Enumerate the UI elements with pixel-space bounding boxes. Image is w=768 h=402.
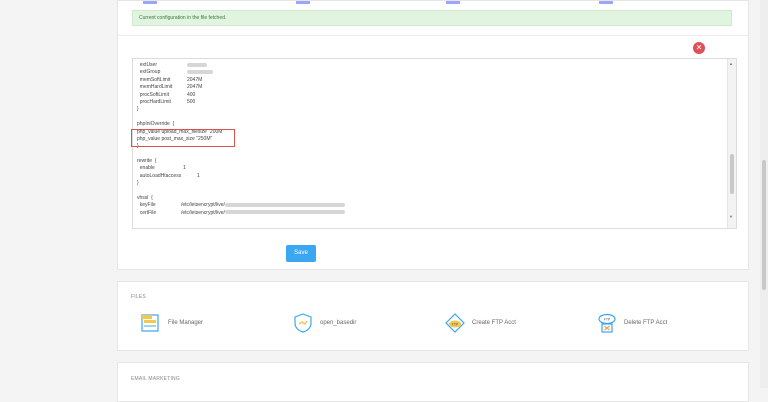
editor-line: extUser <box>137 62 224 69</box>
config-key: phpIniOverride { <box>137 121 175 128</box>
config-key: certFile <box>137 209 157 216</box>
config-key: extUser <box>137 62 158 68</box>
config-key: keyFile <box>137 202 156 209</box>
files-card: FILES File Manager open_basedir FTP Crea… <box>117 281 749 351</box>
scroll-down-icon[interactable]: ▼ <box>729 214 733 219</box>
config-key: memHardLimit <box>137 84 173 91</box>
editor-line: extGroup <box>137 69 224 76</box>
open-basedir-label: open_basedir <box>320 320 357 326</box>
config-key: autoLoadHtaccess <box>137 172 182 179</box>
config-key: enable <box>137 165 155 172</box>
editor-line: } <box>137 180 224 187</box>
config-value: 2047M <box>187 77 202 83</box>
folder-icon <box>141 314 159 332</box>
config-key: extGroup <box>137 69 161 76</box>
editor-line: phpIniOverride { <box>137 121 224 128</box>
config-value-text: 1 <box>183 165 186 172</box>
scrollbar-thumb[interactable] <box>730 154 734 194</box>
delete-ftp-label: Delete FTP Acct <box>624 320 668 326</box>
config-key: procHardLimit <box>137 98 171 105</box>
config-card: Current configuration in the file fetche… <box>117 0 749 270</box>
config-value-text: 2047M <box>187 76 203 83</box>
editor-line: vhssl { <box>137 195 224 202</box>
svg-text:FTP: FTP <box>604 318 610 322</box>
config-value: 1 <box>183 165 186 171</box>
config-value: 2047M <box>187 84 202 90</box>
divider <box>118 35 748 36</box>
tab-indicator <box>143 1 157 4</box>
ftp-delete-icon: FTP <box>598 313 616 333</box>
config-value-text: 400 <box>187 91 196 98</box>
cloud-ftp-icon: FTP <box>445 313 465 333</box>
editor-line: autoLoadHtaccess 1 <box>137 173 224 180</box>
config-key: } <box>137 180 139 187</box>
editor-line: procHardLimit 500 <box>137 99 224 106</box>
email-marketing-card: EMAIL MARKETING <box>117 362 749 402</box>
config-value: 500 <box>187 99 195 105</box>
redacted-value <box>187 62 207 67</box>
scroll-up-icon[interactable]: ▲ <box>729 61 733 66</box>
config-value: /etc/letsencrypt/live/ <box>181 210 345 216</box>
config-key: memSoftLimit <box>137 76 171 83</box>
close-icon[interactable]: ✕ <box>693 42 705 54</box>
save-button[interactable]: Save <box>286 245 316 262</box>
config-value-text: 2047M <box>187 84 203 91</box>
tab-indicator <box>599 1 613 4</box>
config-value <box>187 69 213 75</box>
editor-line: rewrite { <box>137 158 224 165</box>
page-scrollbar[interactable] <box>760 0 768 388</box>
config-value-text: 500 <box>187 98 196 105</box>
config-key: vhssl { <box>137 195 153 202</box>
redacted-value <box>224 203 345 208</box>
config-value <box>187 62 207 68</box>
alert-message: Current configuration in the file fetche… <box>139 15 227 21</box>
create-ftp-label: Create FTP Acct <box>472 320 516 326</box>
editor-scrollbar[interactable]: ▲ ▼ <box>727 59 736 228</box>
config-value: 400 <box>187 92 195 98</box>
highlight-box <box>131 129 235 147</box>
editor-line: enable 1 <box>137 165 224 172</box>
file-manager-label: File Manager <box>168 320 204 326</box>
config-key: } <box>137 106 139 113</box>
config-key: rewrite { <box>137 158 157 165</box>
shield-icon <box>294 313 312 333</box>
editor-line: certFile/etc/letsencrypt/live/ <box>137 209 345 217</box>
page-scrollbar-thumb[interactable] <box>762 160 766 290</box>
config-value: /etc/letsencrypt/live/ <box>181 202 345 208</box>
config-value-text: 1 <box>197 172 200 179</box>
redacted-value <box>187 70 213 75</box>
config-key: procSoftLimit <box>137 91 169 98</box>
editor-line: memSoftLimit 2047M <box>137 77 224 84</box>
config-value-text: /etc/letsencrypt/live/ <box>181 202 225 209</box>
editor-line: keyFile/etc/letsencrypt/live/ <box>137 202 345 209</box>
editor-line: procSoftLimit 400 <box>137 92 224 99</box>
svg-text:FTP: FTP <box>452 323 458 327</box>
redacted-value <box>224 210 345 215</box>
config-value-text: /etc/letsencrypt/live/ <box>181 209 225 216</box>
tab-indicator <box>446 1 460 4</box>
section-title: FILES <box>131 294 146 300</box>
section-title: EMAIL MARKETING <box>131 376 180 382</box>
editor-line: memHardLimit 2047M <box>137 84 224 91</box>
editor-line: } <box>137 106 224 113</box>
config-value: 1 <box>197 173 200 179</box>
tab-indicator <box>296 1 310 4</box>
success-alert: Current configuration in the file fetche… <box>132 10 732 26</box>
